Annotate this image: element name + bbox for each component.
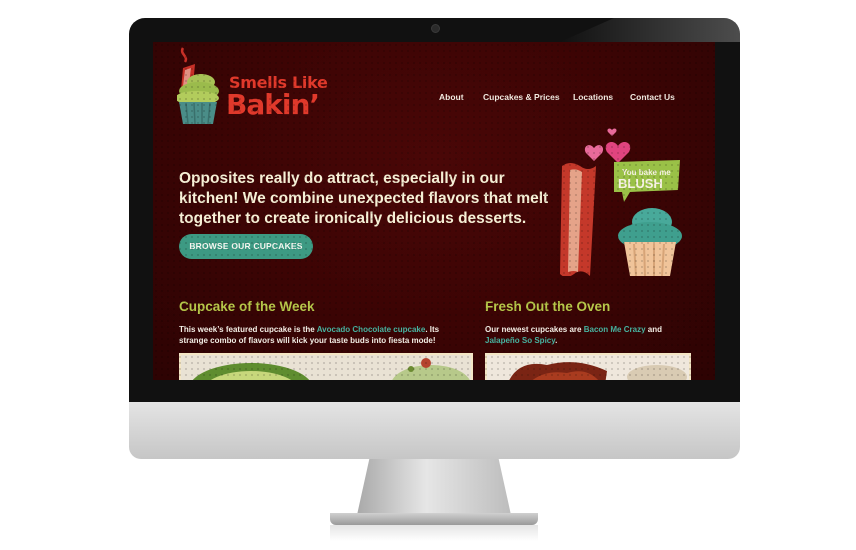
cupcake-of-week-text-start: This week’s featured cupcake is the	[179, 325, 317, 334]
fresh-out-text-end: .	[555, 336, 558, 345]
browse-cupcakes-button[interactable]: BROWSE OUR CUPCAKES	[179, 234, 313, 259]
stand-reflection	[330, 525, 538, 541]
cupcake-logo-icon	[177, 47, 219, 125]
heart-icon	[605, 141, 631, 163]
bacon-me-crazy-link[interactable]: Bacon Me Crazy	[584, 325, 646, 334]
sign-line2: BLUSH	[618, 176, 663, 191]
nav-link-about[interactable]: About	[439, 92, 464, 102]
avocado-photo	[181, 355, 471, 380]
bacon-cupcake-photo	[487, 355, 689, 380]
cupcake-of-week-text: This week’s featured cupcake is the Avoc…	[179, 324, 449, 346]
monitor-stand-base	[330, 513, 538, 525]
jalapeno-so-spicy-link[interactable]: Jalapeño So Spicy	[485, 336, 555, 345]
hero-tagline: Opposites really do attract, especially …	[179, 170, 549, 227]
cupcake-of-week-photo[interactable]	[179, 353, 473, 380]
cupcake-of-week-title: Cupcake of the Week	[179, 299, 315, 314]
fresh-out-text-mid: and	[645, 325, 662, 334]
monitor-stand	[357, 459, 511, 515]
fresh-out-text-start: Our newest cupcakes are	[485, 325, 584, 334]
logo-text-line2: Bakin’	[226, 88, 320, 121]
monitor-chin	[129, 402, 740, 459]
nav-link-cupcakes-prices[interactable]: Cupcakes & Prices	[483, 92, 560, 102]
fresh-out-text: Our newest cupcakes are Bacon Me Crazy a…	[485, 324, 695, 346]
nav-link-contact-us[interactable]: Contact Us	[630, 92, 675, 102]
heart-icon	[607, 128, 617, 136]
heart-icon	[584, 145, 604, 161]
bacon-cupcake-art: You bake me BLUSH	[560, 128, 682, 277]
fresh-out-photo[interactable]	[485, 353, 691, 380]
fresh-out-title: Fresh Out the Oven	[485, 299, 611, 314]
bacon-cupcake-illustration: You bake me BLUSH	[556, 126, 686, 277]
site-logo[interactable]: Smells Like Bakin’	[177, 46, 337, 126]
avocado-chocolate-link[interactable]: Avocado Chocolate cupcake	[317, 325, 426, 334]
nav-link-locations[interactable]: Locations	[573, 92, 613, 102]
website-screen: Smells Like Bakin’ About Cupcakes & Pric…	[153, 42, 715, 380]
camera-icon	[431, 24, 440, 33]
